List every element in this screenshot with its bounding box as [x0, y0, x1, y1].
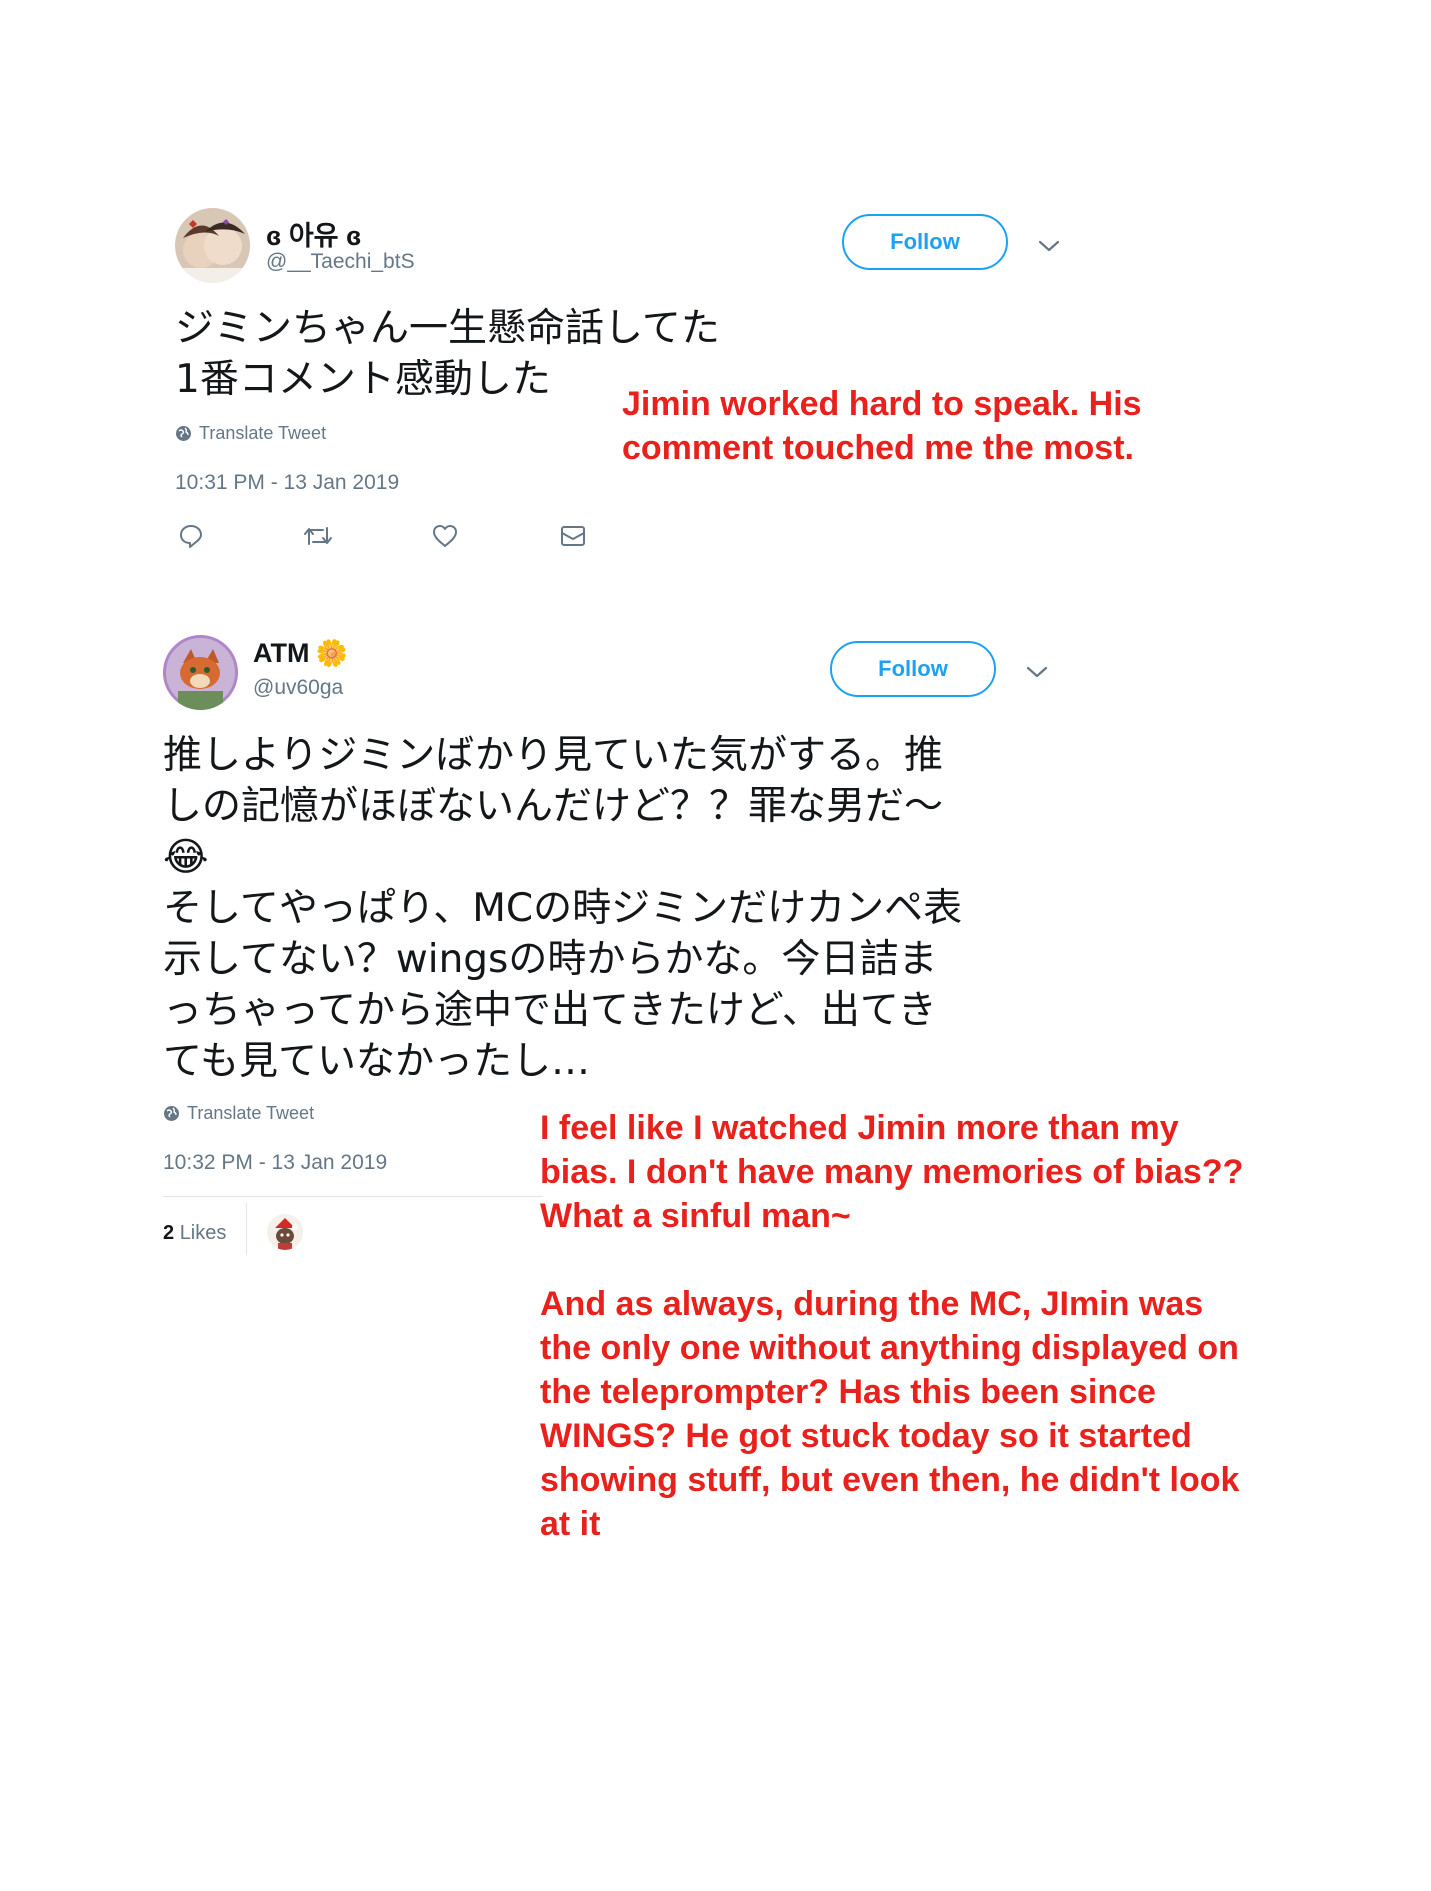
tweet-text: 推しよりジミンばかり見ていた気がする。推 しの記憶がほぼないんだけど？？罪な男だ… [163, 733, 963, 1084]
display-name[interactable]: ATM 🌼 [253, 638, 348, 669]
likes-label: Likes [179, 1222, 227, 1244]
translate-tweet-link[interactable]: Translate Tweet [163, 1103, 314, 1124]
translate-label: Translate Tweet [199, 423, 327, 443]
divider [163, 1196, 543, 1197]
display-name[interactable]: ɞ 아유 ɞ [266, 214, 361, 253]
dm-icon[interactable] [553, 516, 593, 556]
follow-button[interactable]: Follow [842, 214, 1008, 270]
globe-icon [176, 426, 191, 441]
liker-avatar[interactable] [267, 1214, 303, 1250]
timestamp[interactable]: 10:32 PM - 13 Jan 2019 [163, 1151, 387, 1175]
translation-annotation: I feel like I watched Jimin more than my… [540, 1109, 1244, 1543]
translate-label: Translate Tweet [187, 1103, 315, 1123]
follow-button[interactable]: Follow [830, 641, 996, 697]
globe-icon [164, 1106, 179, 1121]
reply-icon[interactable] [171, 516, 211, 556]
translate-tweet-link[interactable]: Translate Tweet [175, 423, 326, 444]
chevron-down-icon[interactable] [1022, 657, 1052, 687]
user-handle[interactable]: @uv60ga [253, 676, 343, 700]
like-icon[interactable] [425, 516, 465, 556]
avatar[interactable] [163, 635, 238, 710]
chevron-down-icon[interactable] [1034, 231, 1064, 261]
translation-annotation: Jimin worked hard to speak. His comment … [622, 385, 1142, 467]
timestamp[interactable]: 10:31 PM - 13 Jan 2019 [175, 471, 399, 495]
likes-count[interactable]: 2 Likes [163, 1222, 226, 1245]
avatar[interactable] [175, 208, 250, 283]
user-handle[interactable]: @__Taechi_btS [266, 250, 415, 274]
flower-emoji: 🌼 [315, 638, 348, 668]
likes-number: 2 [163, 1222, 175, 1244]
retweet-icon[interactable] [298, 516, 338, 556]
vertical-divider [246, 1203, 247, 1255]
display-name-text: ATM [253, 638, 310, 668]
